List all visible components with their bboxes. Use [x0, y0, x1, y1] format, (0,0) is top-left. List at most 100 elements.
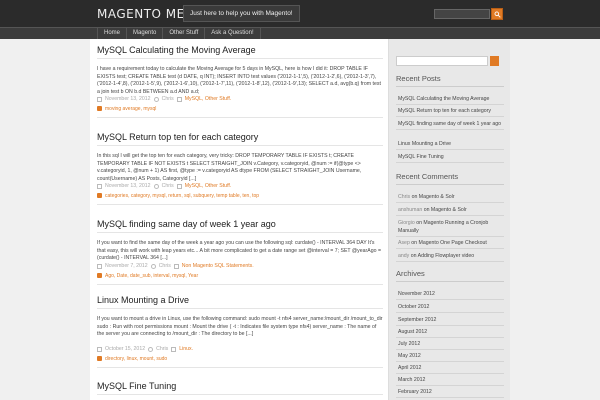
comment-on: on [423, 207, 430, 213]
nav-ask-a-question[interactable]: Ask a Question! [205, 28, 261, 39]
archive-link[interactable]: April 2012 [396, 362, 504, 374]
nav-home[interactable]: Home [97, 28, 128, 39]
comment-post-link[interactable]: Magento & Solr [419, 194, 455, 200]
search-icon [494, 11, 501, 18]
post-title[interactable]: MySQL Calculating the Moving Average [97, 45, 383, 55]
divider [396, 184, 504, 185]
post-date: November 7, 2012 [105, 263, 148, 269]
recent-comment: Giorgio on Magento Running a Cronjob Man… [396, 217, 504, 237]
post: MySQL Return top ten for each category I… [97, 132, 383, 205]
post: Linux Mounting a Drive If you want to mo… [97, 295, 383, 368]
post-title[interactable]: MySQL Fine Tuning [97, 381, 383, 391]
divider [97, 232, 383, 233]
post-author[interactable]: Chris [162, 183, 174, 191]
user-icon [148, 347, 154, 353]
post-author[interactable]: Chris [156, 346, 168, 354]
post-date: November 13, 2012 [105, 183, 151, 189]
post-title[interactable]: MySQL Return top ten for each category [97, 132, 383, 142]
recent-post-link[interactable]: MySQL finding same day of week 1 year ag… [396, 118, 504, 130]
calendar-icon [97, 264, 102, 270]
post: MySQL Fine Tuning [97, 381, 383, 400]
header-search-input[interactable] [434, 9, 490, 19]
comment-on: on [416, 220, 422, 226]
recent-post-link[interactable]: MySQL Calculating the Moving Average [396, 93, 504, 105]
archive-link[interactable]: October 2012 [396, 301, 504, 313]
divider [97, 203, 383, 205]
post-categories[interactable]: Non Magento SQL Statements. [182, 263, 254, 271]
user-icon [153, 97, 159, 103]
archive-link[interactable]: March 2012 [396, 374, 504, 386]
sidebar: Recent Posts MySQL Calculating the Movin… [388, 39, 510, 400]
post-tags-list[interactable]: Ago, Date, date_sub, interval, mysql, Ye… [105, 273, 198, 279]
post-tags: categories, category, mysql, return, sql… [97, 193, 383, 199]
comment-post-link[interactable]: Magento One Page Checkout [419, 240, 487, 246]
post-meta: November 13, 2012 Chris MySQL, Other Stu… [97, 96, 383, 104]
divider [97, 116, 383, 118]
comment-author[interactable]: Asep [398, 240, 410, 246]
post-categories[interactable]: MySQL, Other Stuff. [185, 96, 232, 104]
site-tagline: Just here to help you with Magento! [183, 5, 300, 22]
post-title[interactable]: MySQL finding same day of week 1 year ag… [97, 219, 383, 229]
post-title[interactable]: Linux Mounting a Drive [97, 295, 383, 305]
comment-post-link[interactable]: Adding Flowplayer video [418, 253, 475, 259]
nav-other-stuff[interactable]: Other Stuff [163, 28, 206, 39]
post-author[interactable]: Chris [159, 263, 171, 271]
archive-link[interactable]: July 2012 [396, 338, 504, 350]
site-header: MAGENTO MEDIA Just here to help you with… [0, 0, 600, 27]
post-excerpt: If you want to find the same day of the … [97, 240, 381, 262]
divider [97, 394, 383, 395]
post: MySQL finding same day of week 1 year ag… [97, 219, 383, 285]
recent-post-link[interactable]: MySQL Fine Tuning [396, 151, 504, 163]
post-meta: November 13, 2012 Chris MySQL, Other Stu… [97, 183, 383, 191]
main-content: MySQL Calculating the Moving Average I h… [90, 39, 388, 400]
divider [97, 58, 383, 59]
header-search-button[interactable] [491, 8, 503, 20]
recent-post-link[interactable]: Linux Mounting a Drive [396, 138, 504, 150]
post-categories[interactable]: Linux. [179, 346, 193, 354]
recent-post-link[interactable]: MySQL Return top ten for each category [396, 105, 504, 117]
page-background [510, 39, 600, 400]
post-tags-list[interactable]: moving average, mysql [105, 106, 156, 112]
comment-on: on [410, 253, 417, 259]
post-tags: Ago, Date, date_sub, interval, mysql, Ye… [97, 273, 383, 279]
recent-comment: Chris on Magento & Solr [396, 191, 504, 203]
divider [97, 283, 383, 285]
main-nav: Home Magento Other Stuff Ask a Question! [0, 27, 600, 39]
user-icon [153, 184, 159, 190]
archive-link[interactable]: September 2012 [396, 314, 504, 326]
tag-icon [97, 193, 102, 199]
tag-icon [97, 273, 102, 279]
divider [97, 145, 383, 146]
post-excerpt: In this sql I will get the top ten for e… [97, 153, 362, 182]
user-icon [150, 264, 156, 270]
recent-comment: Asep on Magento One Page Checkout [396, 237, 504, 249]
comment-author[interactable]: Chris [398, 194, 410, 200]
comment-on: on [411, 194, 418, 200]
comment-author[interactable]: Giorgio [398, 220, 415, 226]
post-tags-list[interactable]: directory, linux, mount, sudo [105, 356, 167, 362]
archive-link[interactable]: August 2012 [396, 326, 504, 338]
comment-post-link[interactable]: Magento & Solr [431, 207, 467, 213]
divider [97, 366, 383, 368]
nav-magento[interactable]: Magento [127, 28, 164, 39]
archive-link[interactable]: November 2012 [396, 288, 504, 300]
post-date: November 13, 2012 [105, 96, 151, 102]
post-author[interactable]: Chris [162, 96, 174, 104]
post-date: October 15, 2012 [105, 346, 146, 352]
sidebar-search-button[interactable] [490, 56, 499, 66]
recent-posts-heading: Recent Posts [396, 74, 441, 83]
post-tags-list[interactable]: categories, category, mysql, return, sql… [105, 193, 259, 199]
calendar-icon [97, 347, 102, 353]
post: MySQL Calculating the Moving Average I h… [97, 45, 383, 118]
archive-link[interactable]: May 2012 [396, 350, 504, 362]
comment-author[interactable]: anshuman [398, 207, 422, 213]
comment-author[interactable]: andy [398, 253, 409, 259]
post-categories[interactable]: MySQL, Other Stuff. [185, 183, 232, 191]
recent-comment: andy on Adding Flowplayer video [396, 250, 504, 262]
tag-icon [97, 356, 102, 362]
calendar-icon [97, 184, 102, 190]
divider [396, 281, 504, 282]
sidebar-search-input[interactable] [396, 56, 488, 66]
archive-link[interactable]: February 2012 [396, 386, 504, 398]
recent-comment: anshuman on Magento & Solr [396, 204, 504, 216]
